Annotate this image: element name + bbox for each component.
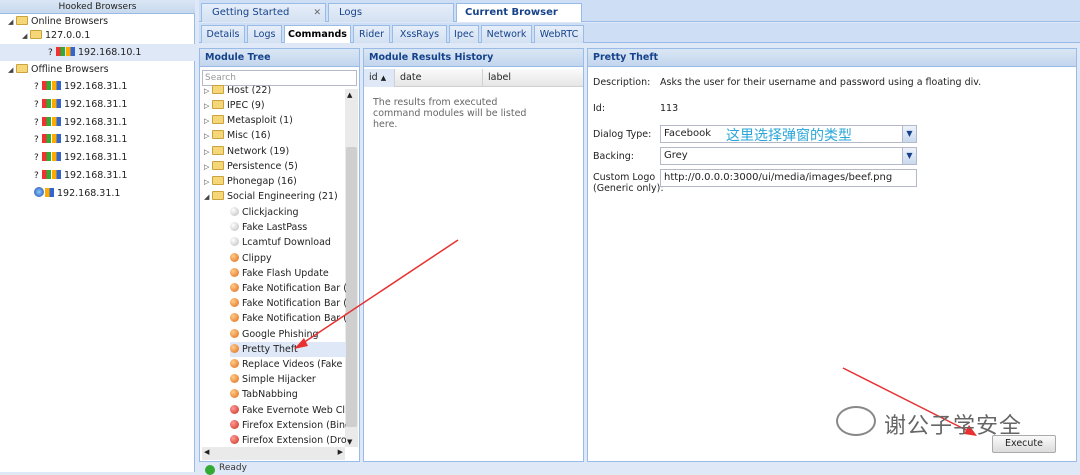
arrow-to-pretty-theft — [299, 239, 459, 346]
wechat-logo-icon — [836, 406, 876, 436]
watermark: 谢公子学安全 — [884, 414, 1023, 439]
annotation-arrows — [294, 239, 977, 436]
arrow-head — [294, 338, 308, 349]
